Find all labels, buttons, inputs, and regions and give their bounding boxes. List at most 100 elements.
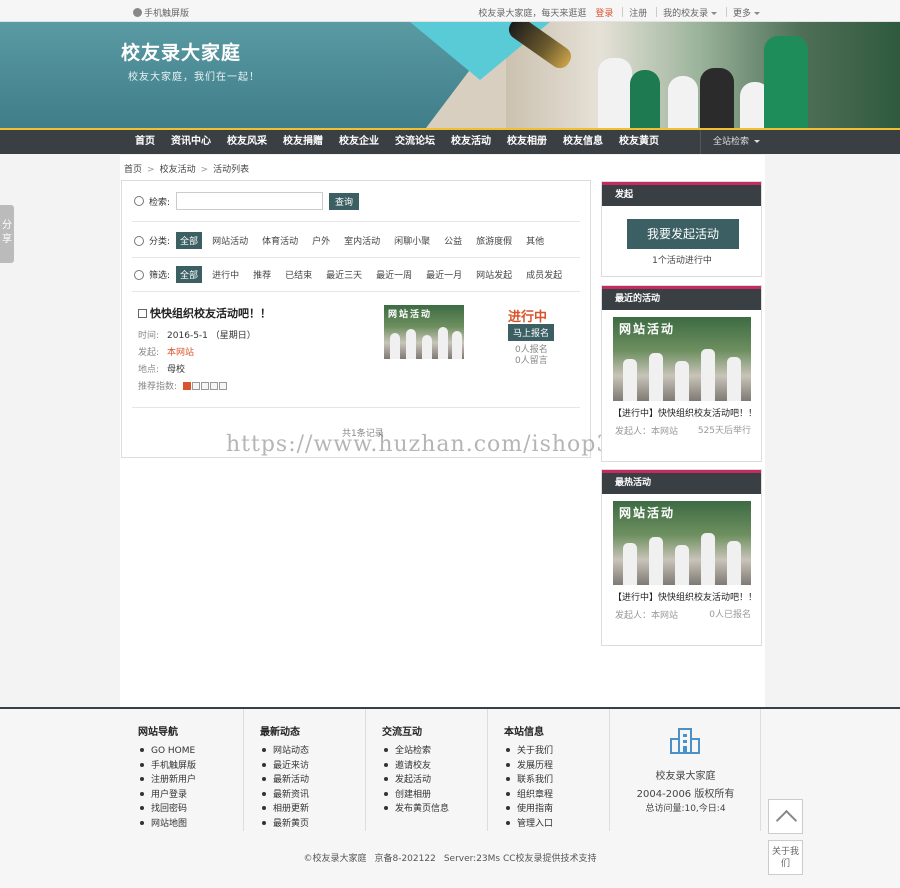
footer-link[interactable]: GO HOME — [140, 744, 196, 759]
icp-link[interactable]: 京备8-202122 — [374, 854, 435, 864]
footer-link[interactable]: 手机触屏版 — [140, 759, 196, 774]
category-chip-1[interactable]: 网站活动 — [208, 232, 252, 249]
category-chip-2[interactable]: 体育活动 — [258, 232, 302, 249]
footer-link[interactable]: 使用指南 — [506, 802, 553, 817]
footer-col-info: 本站信息 关于我们 发展历程 联系我们 组织章程 使用指南 管理入口 — [488, 709, 610, 831]
footer-link[interactable]: 最近来访 — [262, 759, 309, 774]
footer-col-news: 最新动态 网站动态 最近来访 最新活动 最新资讯 相册更新 最新黄页 — [244, 709, 366, 831]
footer-link[interactable]: 全站检索 — [384, 744, 449, 759]
filter-chip-5[interactable]: 最近一周 — [372, 266, 416, 283]
footer-col-nav: 网站导航 GO HOME 手机触屏版 注册新用户 用户登录 找回密码 网站地图 — [122, 709, 244, 831]
footer-link[interactable]: 最新活动 — [262, 773, 309, 788]
recent-activities-box: 最近的活动 网站活动 【进行中】快快组织校友活动吧！！ 发起人：本网站 525天… — [601, 285, 762, 462]
recent-activity-thumbnail[interactable]: 网站活动 — [613, 317, 751, 401]
breadcrumb-activities[interactable]: 校友活动 — [160, 165, 196, 175]
filter-chip-6[interactable]: 最近一月 — [422, 266, 466, 283]
hot-header: 最热活动 — [602, 470, 761, 494]
building-icon — [670, 728, 700, 754]
footer-link[interactable]: 组织章程 — [506, 788, 553, 803]
footer-link[interactable]: 最新资讯 — [262, 788, 309, 803]
nav-item-1[interactable]: 资讯中心 — [163, 130, 219, 154]
footer-link[interactable]: 联系我们 — [506, 773, 553, 788]
more-menu[interactable]: 更多 — [733, 9, 760, 19]
site-search-dropdown[interactable]: 全站检索 — [700, 130, 762, 154]
footer-link[interactable]: 邀请校友 — [384, 759, 449, 774]
footer-link[interactable]: 用户登录 — [140, 788, 196, 803]
footer-link[interactable]: 发布黄页信息 — [384, 802, 449, 817]
star-icon — [183, 382, 192, 390]
filter-chip-7[interactable]: 网站发起 — [472, 266, 516, 283]
footer-link[interactable]: 创建相册 — [384, 788, 449, 803]
register-link[interactable]: 注册 — [629, 9, 647, 19]
hot-signups: 0人已报名 — [709, 610, 751, 620]
hot-activity-thumbnail[interactable]: 网站活动 — [613, 501, 751, 585]
mobile-version-link[interactable]: 手机触屏版 — [133, 6, 189, 19]
recent-days-until: 525天后举行 — [697, 426, 751, 436]
footer-link[interactable]: 管理入口 — [506, 817, 553, 832]
nav-item-3[interactable]: 校友捐赠 — [275, 130, 331, 154]
activity-title[interactable]: 快快组织校友活动吧！！ — [138, 305, 271, 321]
watermark-text: https://www.huzhan.com/ishop3572 — [226, 432, 657, 457]
nav-item-9[interactable]: 校友黄页 — [611, 130, 667, 154]
filter-chip-0[interactable]: 全部 — [176, 266, 203, 283]
mobile-icon — [133, 8, 142, 17]
search-input[interactable] — [176, 192, 324, 210]
login-link[interactable]: 登录 — [595, 9, 613, 19]
top-bar-right: 校友录大家庭，每天来逛逛 登录 注册 我的校友录 更多 — [472, 6, 760, 19]
launch-activity-button[interactable]: 我要发起活动 — [627, 219, 739, 249]
footer-link[interactable]: 发展历程 — [506, 759, 553, 774]
breadcrumb: 首页 > 校友活动 > 活动列表 — [124, 165, 250, 175]
star-icon — [210, 382, 219, 390]
filter-chip-1[interactable]: 进行中 — [208, 266, 243, 283]
students-image — [590, 26, 830, 128]
nav-item-0[interactable]: 首页 — [127, 130, 163, 154]
category-chip-8[interactable]: 其他 — [522, 232, 548, 249]
breadcrumb-home[interactable]: 首页 — [124, 165, 142, 175]
filter-chip-8[interactable]: 成员发起 — [522, 266, 566, 283]
chevron-down-icon — [754, 12, 760, 15]
welcome-text: 校友录大家庭，每天来逛逛 — [478, 9, 587, 19]
category-chip-4[interactable]: 室内活动 — [340, 232, 384, 249]
footer-link[interactable]: 网站地图 — [140, 817, 196, 832]
search-button[interactable]: 查询 — [329, 192, 360, 210]
footer-link[interactable]: 网站动态 — [262, 744, 309, 759]
share-tab[interactable]: 分享 — [0, 205, 14, 263]
recent-header: 最近的活动 — [602, 286, 761, 310]
footer-copyright: ©校友录大家庭 京备8-202122 Server:23Ms CC校友录提供技术支持 — [303, 854, 597, 864]
my-alumni-menu[interactable]: 我的校友录 — [663, 9, 718, 19]
filter-row: 筛选: 全部 进行中 推荐 已结束 最近三天 最近一周 最近一月 网站发起 成员发起 — [134, 266, 572, 283]
filter-chip-3[interactable]: 已结束 — [281, 266, 316, 283]
category-chip-5[interactable]: 闲聊小聚 — [390, 232, 434, 249]
nav-item-5[interactable]: 交流论坛 — [387, 130, 443, 154]
category-chip-7[interactable]: 旅游度假 — [472, 232, 516, 249]
footer-link[interactable]: 找回密码 — [140, 802, 196, 817]
footer-link[interactable]: 关于我们 — [506, 744, 553, 759]
category-chip-0[interactable]: 全部 — [176, 232, 203, 249]
nav-item-4[interactable]: 校友企业 — [331, 130, 387, 154]
initiator-link[interactable]: 本网站 — [167, 348, 194, 358]
hot-activity-title[interactable]: 【进行中】快快组织校友活动吧！！ — [613, 590, 757, 603]
ongoing-count: 1个活动进行中 — [652, 256, 712, 266]
footer-link[interactable]: 发起活动 — [384, 773, 449, 788]
recent-activity-title[interactable]: 【进行中】快快组织校友活动吧！！ — [613, 406, 757, 419]
nav-item-6[interactable]: 校友活动 — [443, 130, 499, 154]
comment-count: 0人留言 — [515, 356, 548, 366]
star-icon — [192, 382, 201, 390]
footer-link[interactable]: 注册新用户 — [140, 773, 196, 788]
activity-thumbnail[interactable]: 网站活动 — [384, 305, 464, 359]
footer-link[interactable]: 最新黄页 — [262, 817, 309, 832]
signup-button[interactable]: 马上报名 — [508, 324, 555, 341]
nav-item-7[interactable]: 校友相册 — [499, 130, 555, 154]
breadcrumb-current: 活动列表 — [213, 165, 250, 175]
search-icon — [134, 196, 144, 206]
category-chip-3[interactable]: 户外 — [308, 232, 334, 249]
nav-item-2[interactable]: 校友风采 — [219, 130, 275, 154]
category-chip-6[interactable]: 公益 — [440, 232, 466, 249]
filter-chip-2[interactable]: 推荐 — [249, 266, 275, 283]
about-us-button[interactable]: 关于我们 — [768, 840, 803, 875]
nav-item-8[interactable]: 校友信息 — [555, 130, 611, 154]
filter-chip-4[interactable]: 最近三天 — [322, 266, 366, 283]
site-title[interactable]: 校友录大家庭 — [121, 38, 241, 65]
back-to-top-button[interactable] — [768, 799, 803, 834]
footer-link[interactable]: 相册更新 — [262, 802, 309, 817]
